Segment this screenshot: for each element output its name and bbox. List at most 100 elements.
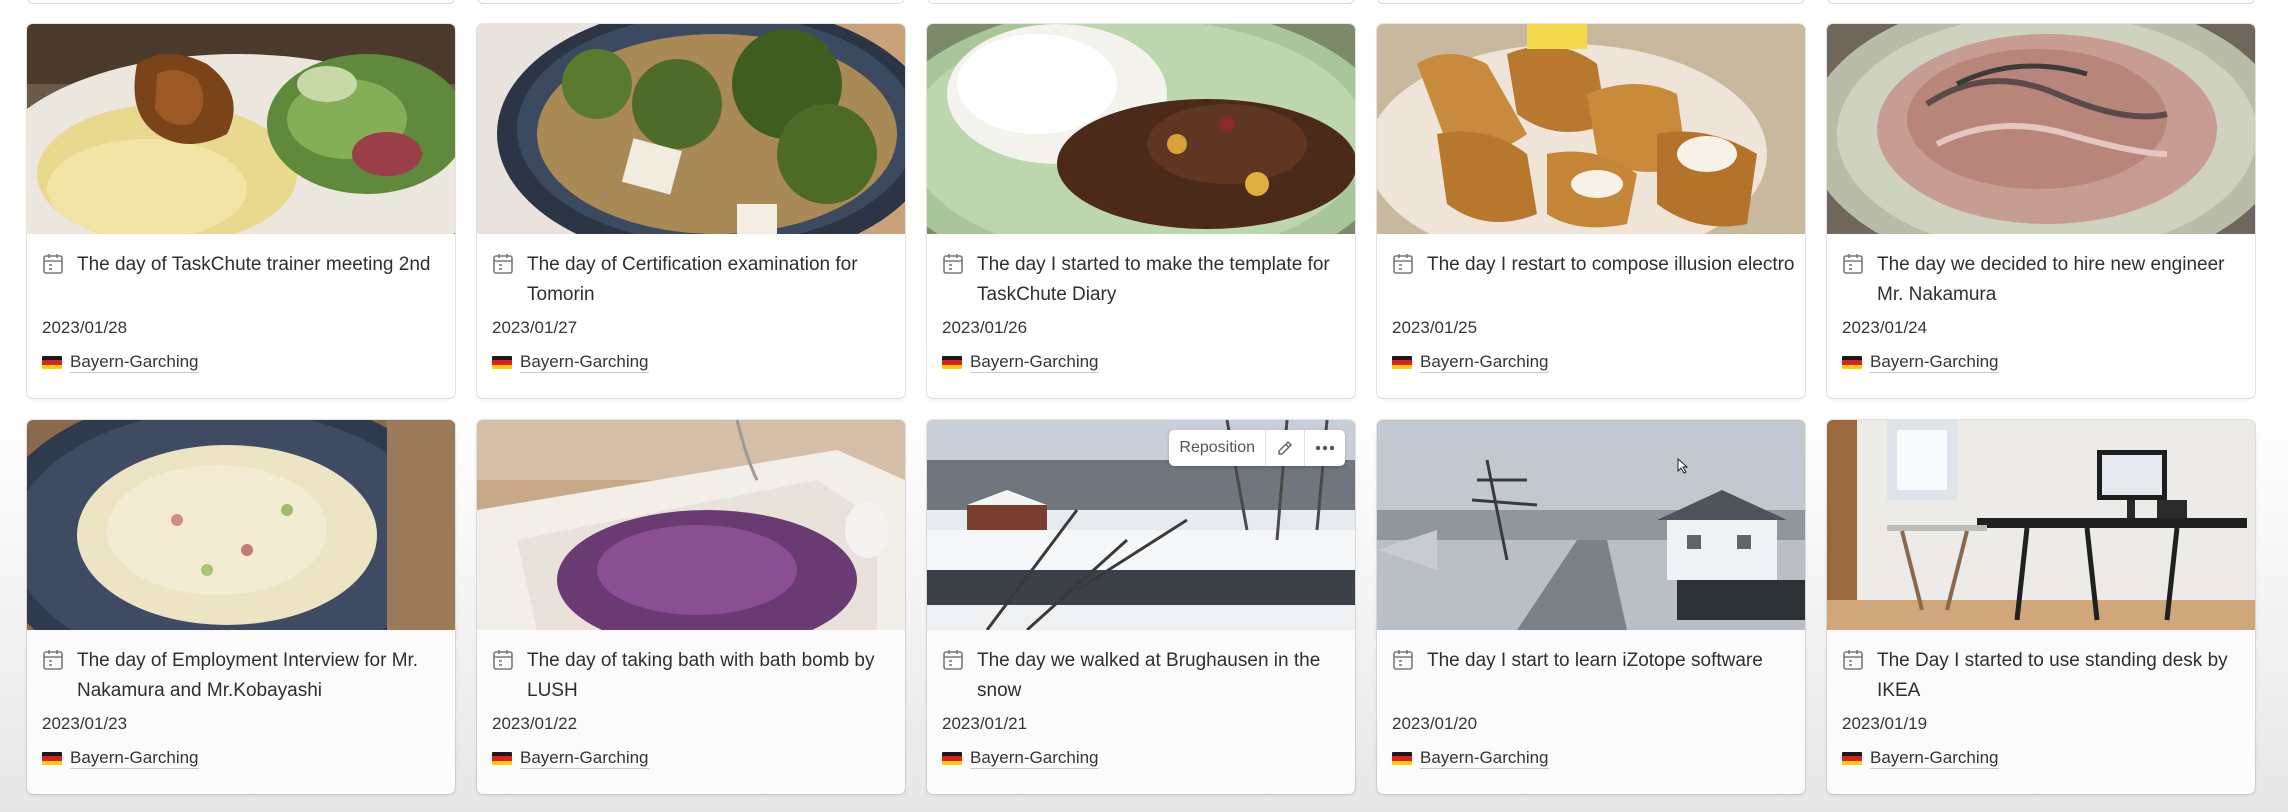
gallery-card[interactable]: The day of taking bath with bath bomb by… <box>477 420 905 794</box>
calendar-page-icon <box>1841 252 1865 276</box>
flag-stripe <box>942 760 962 765</box>
card-cover-image <box>477 24 905 234</box>
flag-stripe <box>942 364 962 369</box>
more-options-button[interactable] <box>1305 430 1345 466</box>
card-date: 2023/01/25 <box>1392 318 1478 337</box>
calendar-page-icon <box>1391 648 1415 672</box>
calendar-page-icon <box>41 648 65 672</box>
gallery-card[interactable]: The day I restart to compose illusion el… <box>1377 24 1805 398</box>
flag-stripe <box>1842 760 1862 765</box>
card-location[interactable]: Bayern-Garching <box>42 352 199 373</box>
card-location[interactable]: Bayern-Garching <box>492 352 649 373</box>
card-cover-image <box>477 420 905 630</box>
edit-cover-button[interactable] <box>1266 430 1305 466</box>
card-date: 2023/01/27 <box>492 318 578 337</box>
card-title[interactable]: The day we decided to hire new engineer … <box>1877 250 2245 310</box>
flag-stripe <box>1842 364 1862 369</box>
card-date: 2023/01/26 <box>942 318 1028 337</box>
germany-flag-icon <box>1392 752 1412 765</box>
card-date: 2023/01/28 <box>42 318 128 337</box>
card-title-row: The day we walked at Brughausen in the s… <box>941 646 1345 706</box>
card-edge <box>1377 0 1805 4</box>
gallery-card[interactable]: The day of Certification examination for… <box>477 24 905 398</box>
location-name: Bayern-Garching <box>520 352 649 373</box>
card-title[interactable]: The day of Certification examination for… <box>527 250 895 310</box>
germany-flag-icon <box>492 356 512 369</box>
card-date: 2023/01/20 <box>1392 714 1478 733</box>
flag-stripe <box>492 364 512 369</box>
calendar-page-icon <box>491 252 515 276</box>
card-cover-image <box>1377 420 1805 630</box>
cover-toolbar: Reposition <box>1169 430 1345 466</box>
card-location[interactable]: Bayern-Garching <box>1392 352 1549 373</box>
card-cover-image <box>1827 420 2255 630</box>
card-title-row: The day of Employment Interview for Mr. … <box>41 646 445 706</box>
card-title[interactable]: The day of TaskChute trainer meeting 2nd <box>77 250 430 280</box>
pencil-icon <box>1276 439 1294 457</box>
card-title-row: The day I start to learn iZotope softwar… <box>1391 646 1795 676</box>
card-title[interactable]: The day I start to learn iZotope softwar… <box>1427 646 1763 676</box>
germany-flag-icon <box>942 752 962 765</box>
gallery-card[interactable]: The day I started to make the template f… <box>927 24 1355 398</box>
gallery-card[interactable]: The day we decided to hire new engineer … <box>1827 24 2255 398</box>
gallery-grid: The day of TaskChute trainer meeting 2nd… <box>27 24 2255 794</box>
card-title-row: The day we decided to hire new engineer … <box>1841 250 2245 310</box>
card-location[interactable]: Bayern-Garching <box>942 352 1099 373</box>
card-date: 2023/01/21 <box>942 714 1028 733</box>
mouse-cursor-icon <box>1677 457 1689 474</box>
card-title[interactable]: The day of taking bath with bath bomb by… <box>527 646 895 706</box>
card-title[interactable]: The day I started to make the template f… <box>977 250 1345 310</box>
calendar-page-icon <box>41 252 65 276</box>
card-location[interactable]: Bayern-Garching <box>1842 748 1999 769</box>
card-cover-image <box>1827 24 2255 234</box>
gallery-card[interactable]: The day of TaskChute trainer meeting 2nd… <box>27 24 455 398</box>
location-name: Bayern-Garching <box>70 748 199 769</box>
card-location[interactable]: Bayern-Garching <box>1842 352 1999 373</box>
location-name: Bayern-Garching <box>1870 352 1999 373</box>
card-title-row: The day of taking bath with bath bomb by… <box>491 646 895 706</box>
reposition-button[interactable]: Reposition <box>1169 430 1266 466</box>
germany-flag-icon <box>42 356 62 369</box>
card-edge <box>27 0 455 4</box>
card-date: 2023/01/23 <box>42 714 128 733</box>
flag-stripe <box>492 760 512 765</box>
card-title[interactable]: The day of Employment Interview for Mr. … <box>77 646 445 706</box>
card-cover-image <box>27 420 455 630</box>
card-cover-image <box>927 24 1355 234</box>
location-name: Bayern-Garching <box>1870 748 1999 769</box>
card-location[interactable]: Bayern-Garching <box>1392 748 1549 769</box>
card-title[interactable]: The Day I started to use standing desk b… <box>1877 646 2245 706</box>
calendar-page-icon <box>941 648 965 672</box>
location-name: Bayern-Garching <box>70 352 199 373</box>
card-location[interactable]: Bayern-Garching <box>492 748 649 769</box>
card-location[interactable]: Bayern-Garching <box>42 748 199 769</box>
gallery-card[interactable]: The day I start to learn iZotope softwar… <box>1377 420 1805 794</box>
location-name: Bayern-Garching <box>970 352 1099 373</box>
gallery-card[interactable]: The day we walked at Brughausen in the s… <box>927 420 1355 794</box>
location-name: Bayern-Garching <box>520 748 649 769</box>
card-location[interactable]: Bayern-Garching <box>942 748 1099 769</box>
card-edge <box>1827 0 2255 4</box>
card-edge <box>477 0 905 4</box>
card-title[interactable]: The day we walked at Brughausen in the s… <box>977 646 1345 706</box>
location-name: Bayern-Garching <box>1420 352 1549 373</box>
germany-flag-icon <box>1842 356 1862 369</box>
germany-flag-icon <box>942 356 962 369</box>
card-cover-image <box>27 24 455 234</box>
reposition-label: Reposition <box>1179 439 1255 456</box>
germany-flag-icon <box>1392 356 1412 369</box>
card-date: 2023/01/19 <box>1842 714 1928 733</box>
card-title-row: The Day I started to use standing desk b… <box>1841 646 2245 706</box>
location-name: Bayern-Garching <box>970 748 1099 769</box>
calendar-page-icon <box>941 252 965 276</box>
card-date: 2023/01/22 <box>492 714 578 733</box>
card-edge <box>927 0 1355 4</box>
location-name: Bayern-Garching <box>1420 748 1549 769</box>
flag-stripe <box>42 364 62 369</box>
gallery-card[interactable]: The day of Employment Interview for Mr. … <box>27 420 455 794</box>
card-title[interactable]: The day I restart to compose illusion el… <box>1427 250 1795 280</box>
calendar-page-icon <box>491 648 515 672</box>
ellipsis-icon <box>1315 445 1335 451</box>
gallery-card[interactable]: The Day I started to use standing desk b… <box>1827 420 2255 794</box>
card-title-row: The day I started to make the template f… <box>941 250 1345 310</box>
